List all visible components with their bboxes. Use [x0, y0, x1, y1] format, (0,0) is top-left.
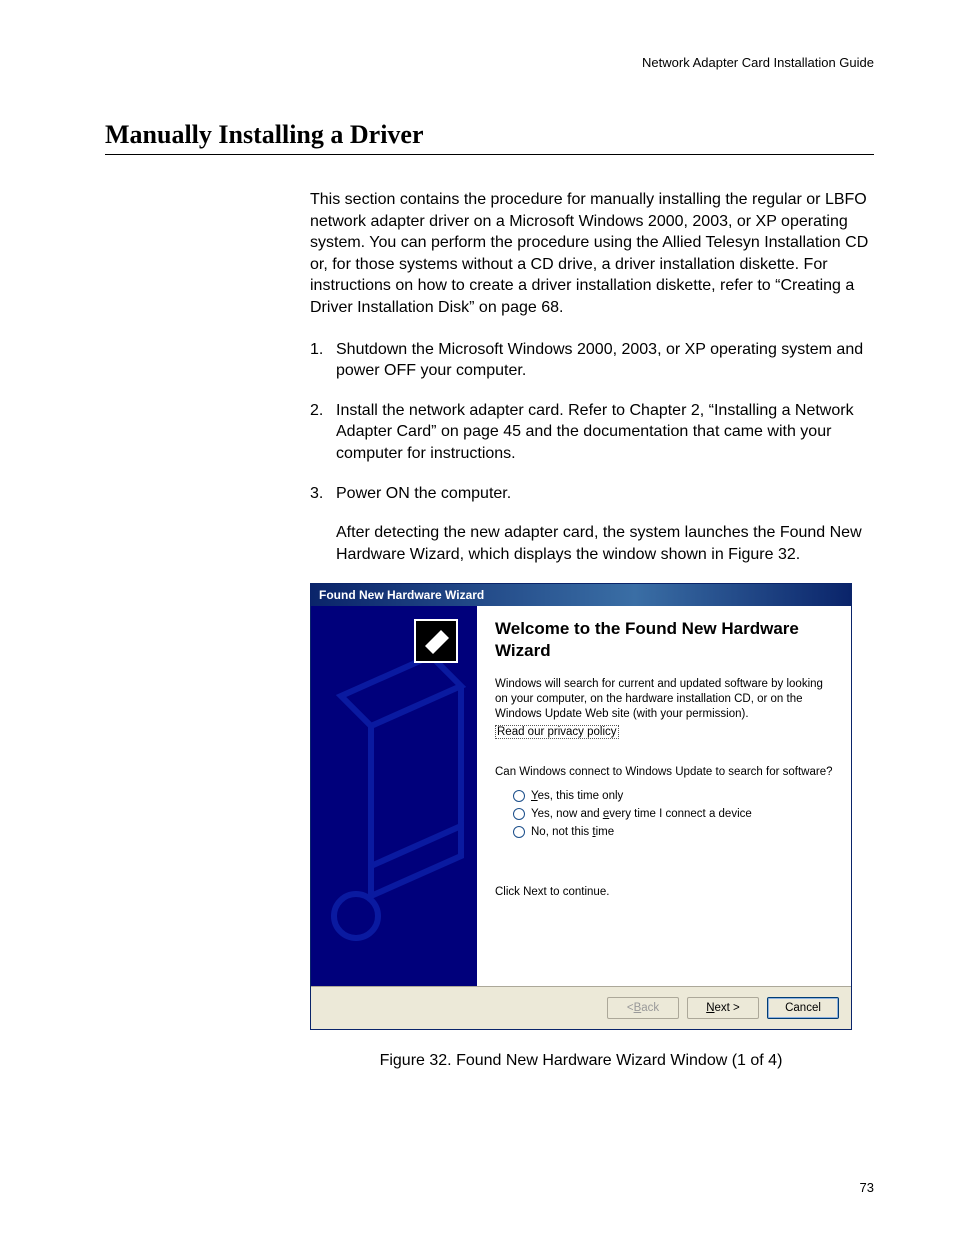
step-text: Power ON the computer.	[336, 485, 511, 502]
step-text: Install the network adapter card. Refer …	[336, 402, 854, 462]
step-number: 1.	[310, 339, 323, 361]
privacy-policy-link[interactable]: Read our privacy policy	[495, 725, 619, 739]
wizard-main-panel: Welcome to the Found New Hardware Wizard…	[477, 606, 851, 986]
wizard-window: Found New Hardware Wizard	[310, 583, 852, 1030]
wizard-footer: < Back Next > Cancel	[311, 986, 851, 1029]
next-button[interactable]: Next >	[687, 997, 759, 1019]
intro-paragraph: This section contains the procedure for …	[310, 189, 874, 319]
wizard-question: Can Windows connect to Windows Update to…	[495, 765, 835, 780]
radio-yes-always[interactable]: Yes, now and every time I connect a devi…	[513, 808, 835, 820]
step-subtext: After detecting the new adapter card, th…	[336, 522, 874, 565]
page-number: 73	[860, 1180, 874, 1195]
step-item: 2. Install the network adapter card. Ref…	[310, 400, 874, 465]
radio-yes-once[interactable]: Yes, this time only	[513, 790, 835, 802]
radio-icon	[513, 790, 525, 802]
radio-icon	[513, 808, 525, 820]
radio-label: Yes, this time only	[531, 790, 623, 802]
figure-wrap: Found New Hardware Wizard	[310, 583, 874, 1070]
wizard-continue-text: Click Next to continue.	[495, 886, 835, 898]
wizard-titlebar: Found New Hardware Wizard	[311, 584, 851, 606]
radio-icon	[513, 826, 525, 838]
device-icon	[413, 618, 459, 664]
running-head: Network Adapter Card Installation Guide	[105, 55, 874, 70]
step-number: 2.	[310, 400, 323, 422]
wizard-heading: Welcome to the Found New Hardware Wizard	[495, 618, 835, 661]
back-button: < Back	[607, 997, 679, 1019]
step-item: 3. Power ON the computer. After detectin…	[310, 483, 874, 566]
step-item: 1. Shutdown the Microsoft Windows 2000, …	[310, 339, 874, 382]
radio-label: Yes, now and every time I connect a devi…	[531, 808, 752, 820]
steps-list: 1. Shutdown the Microsoft Windows 2000, …	[310, 339, 874, 566]
radio-label: No, not this time	[531, 826, 614, 838]
step-text: Shutdown the Microsoft Windows 2000, 200…	[336, 341, 863, 380]
radio-no[interactable]: No, not this time	[513, 826, 835, 838]
figure-caption: Figure 32. Found New Hardware Wizard Win…	[310, 1052, 852, 1070]
wizard-radio-group: Yes, this time only Yes, now and every t…	[495, 790, 835, 838]
wizard-paragraph: Windows will search for current and upda…	[495, 677, 835, 722]
cancel-button[interactable]: Cancel	[767, 997, 839, 1019]
section-title: Manually Installing a Driver	[105, 120, 874, 155]
step-number: 3.	[310, 483, 323, 505]
wizard-sidebar-graphic	[311, 606, 477, 986]
